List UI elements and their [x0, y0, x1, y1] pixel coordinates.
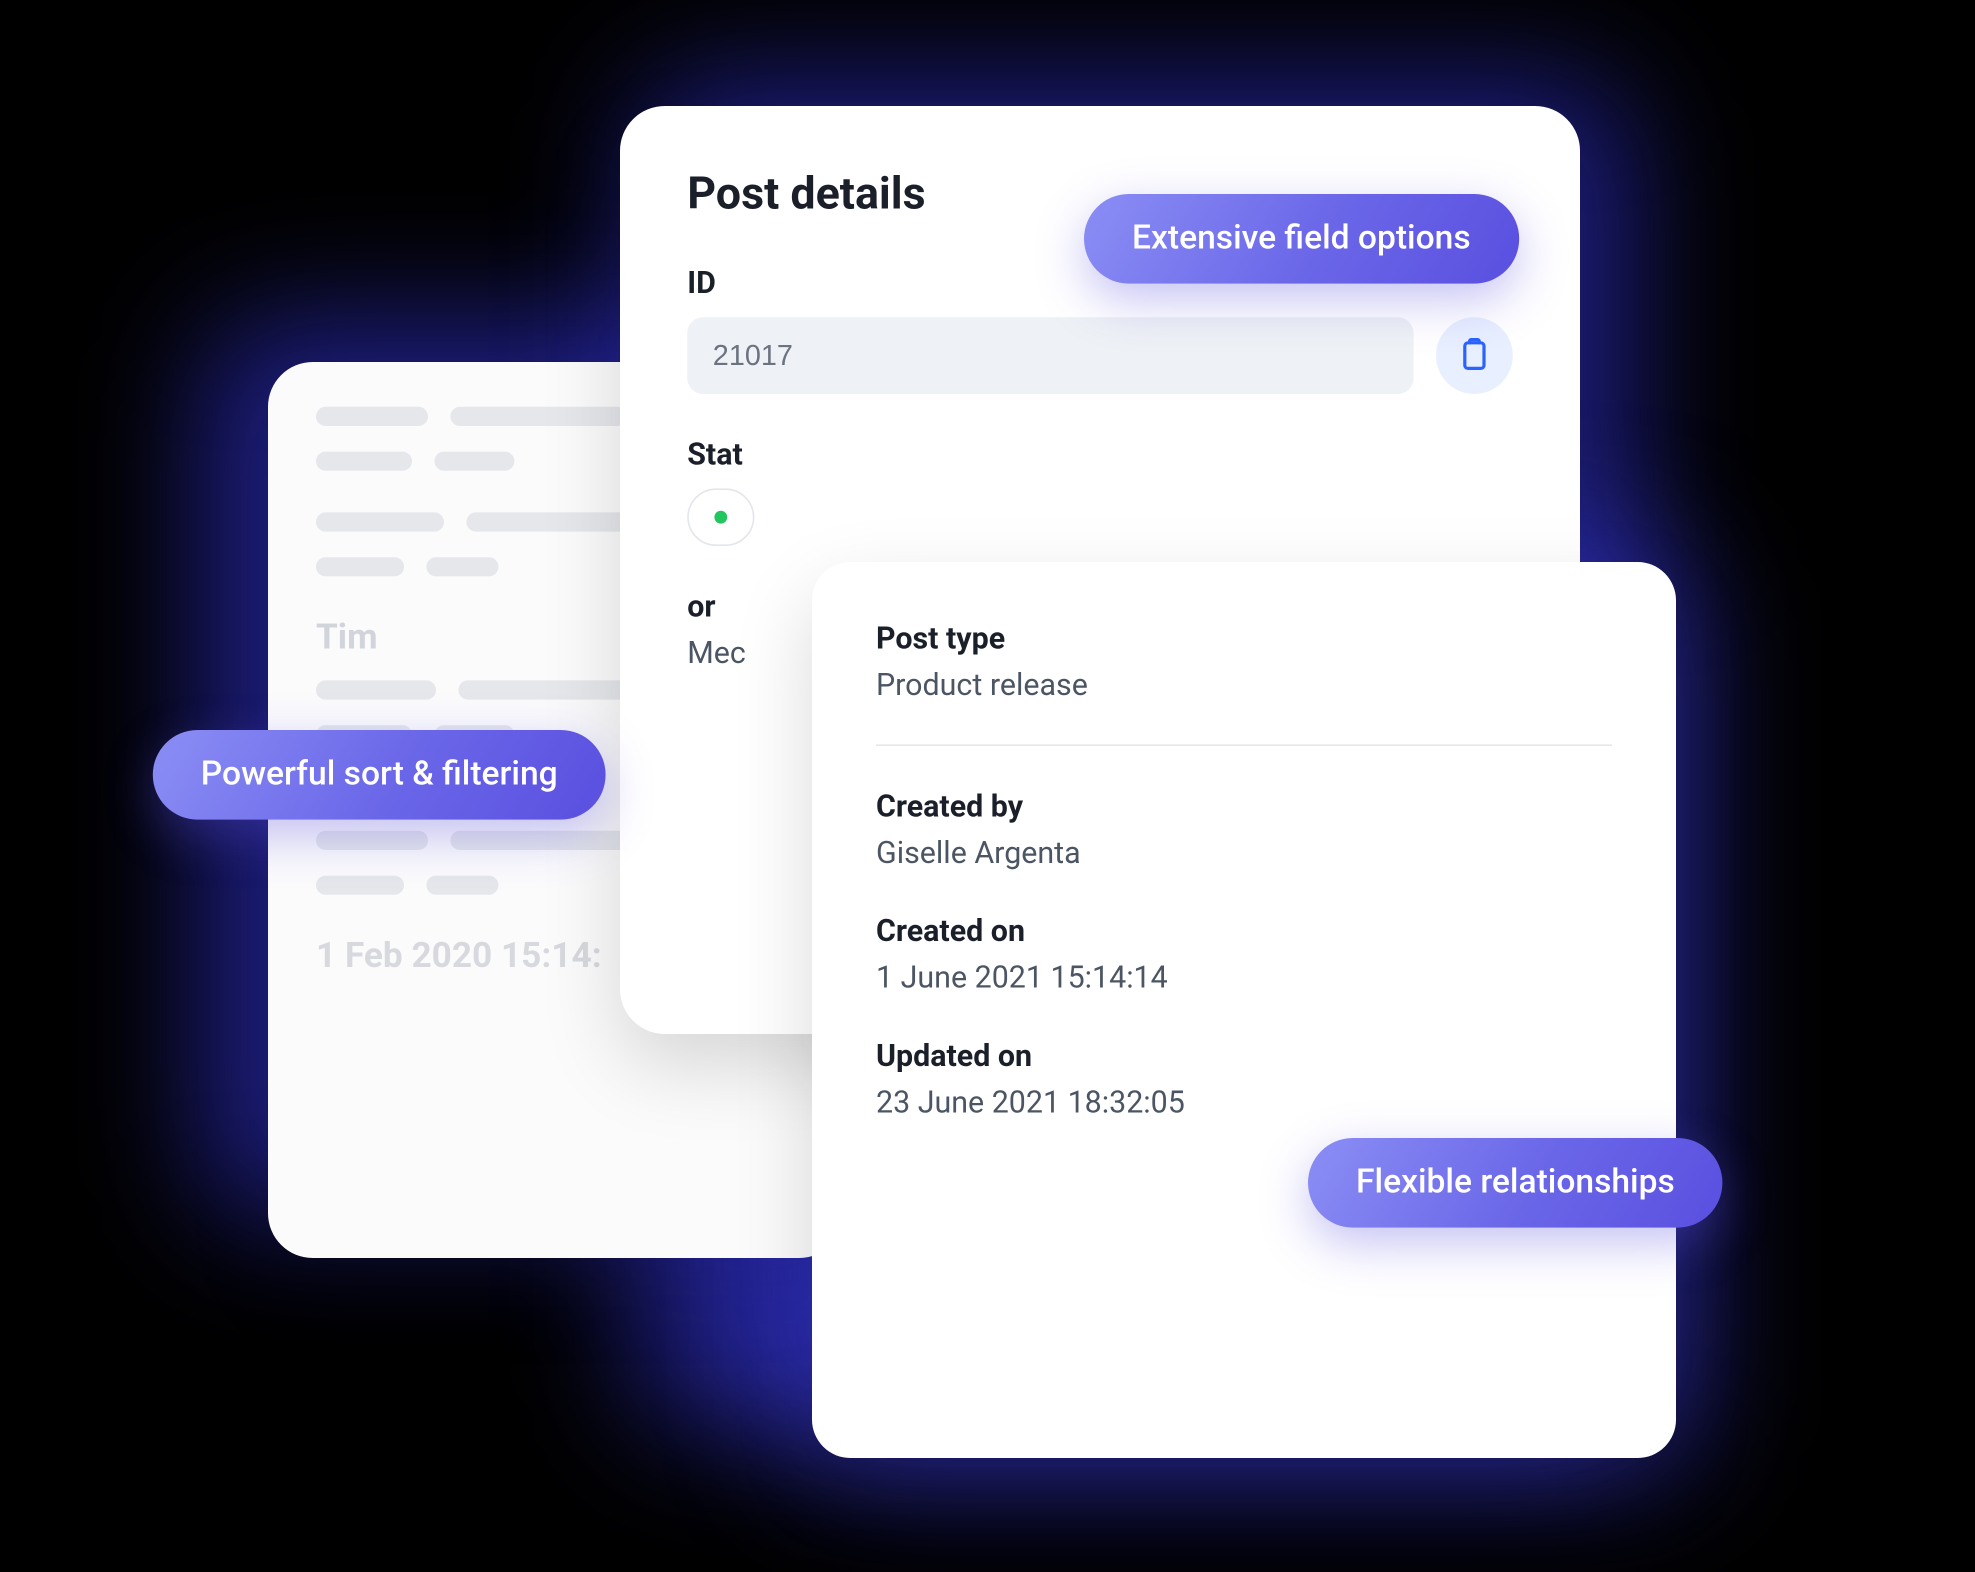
status-pill[interactable] — [687, 488, 754, 546]
placeholder-line — [316, 557, 404, 576]
placeholder-line — [450, 407, 626, 426]
clipboard-icon — [1458, 338, 1490, 373]
badge-relationships: Flexible relationships — [1308, 1138, 1723, 1228]
metadata-card: Post type Product release Created by Gis… — [812, 562, 1676, 1458]
placeholder-line — [458, 680, 642, 699]
placeholder-line — [426, 557, 498, 576]
placeholder-line — [316, 680, 436, 699]
created-by-value: Giselle Argenta — [876, 834, 1612, 871]
id-input[interactable] — [687, 317, 1413, 394]
post-type-value: Product release — [876, 666, 1612, 703]
placeholder-line — [316, 452, 412, 471]
placeholder-line — [426, 876, 498, 895]
copy-button[interactable] — [1436, 317, 1513, 394]
placeholder-line — [434, 452, 514, 471]
placeholder-line — [316, 876, 404, 895]
placeholder-line — [316, 407, 428, 426]
created-on-label: Created on — [876, 912, 1612, 949]
badge-sort-filter: Powerful sort & filtering — [152, 730, 605, 820]
created-by-label: Created by — [876, 788, 1612, 825]
placeholder-line — [316, 512, 444, 531]
badge-field-options: Extensive field options — [1084, 194, 1519, 284]
placeholder-line — [450, 831, 642, 850]
updated-on-label: Updated on — [876, 1037, 1612, 1074]
status-label-partial: Stat — [687, 436, 1513, 473]
post-type-label: Post type — [876, 620, 1612, 657]
placeholder-line — [316, 831, 428, 850]
created-on-value: 1 June 2021 15:14:14 — [876, 959, 1612, 996]
status-dot-icon — [714, 511, 727, 524]
updated-on-value: 23 June 2021 18:32:05 — [876, 1084, 1612, 1121]
divider — [876, 744, 1612, 746]
